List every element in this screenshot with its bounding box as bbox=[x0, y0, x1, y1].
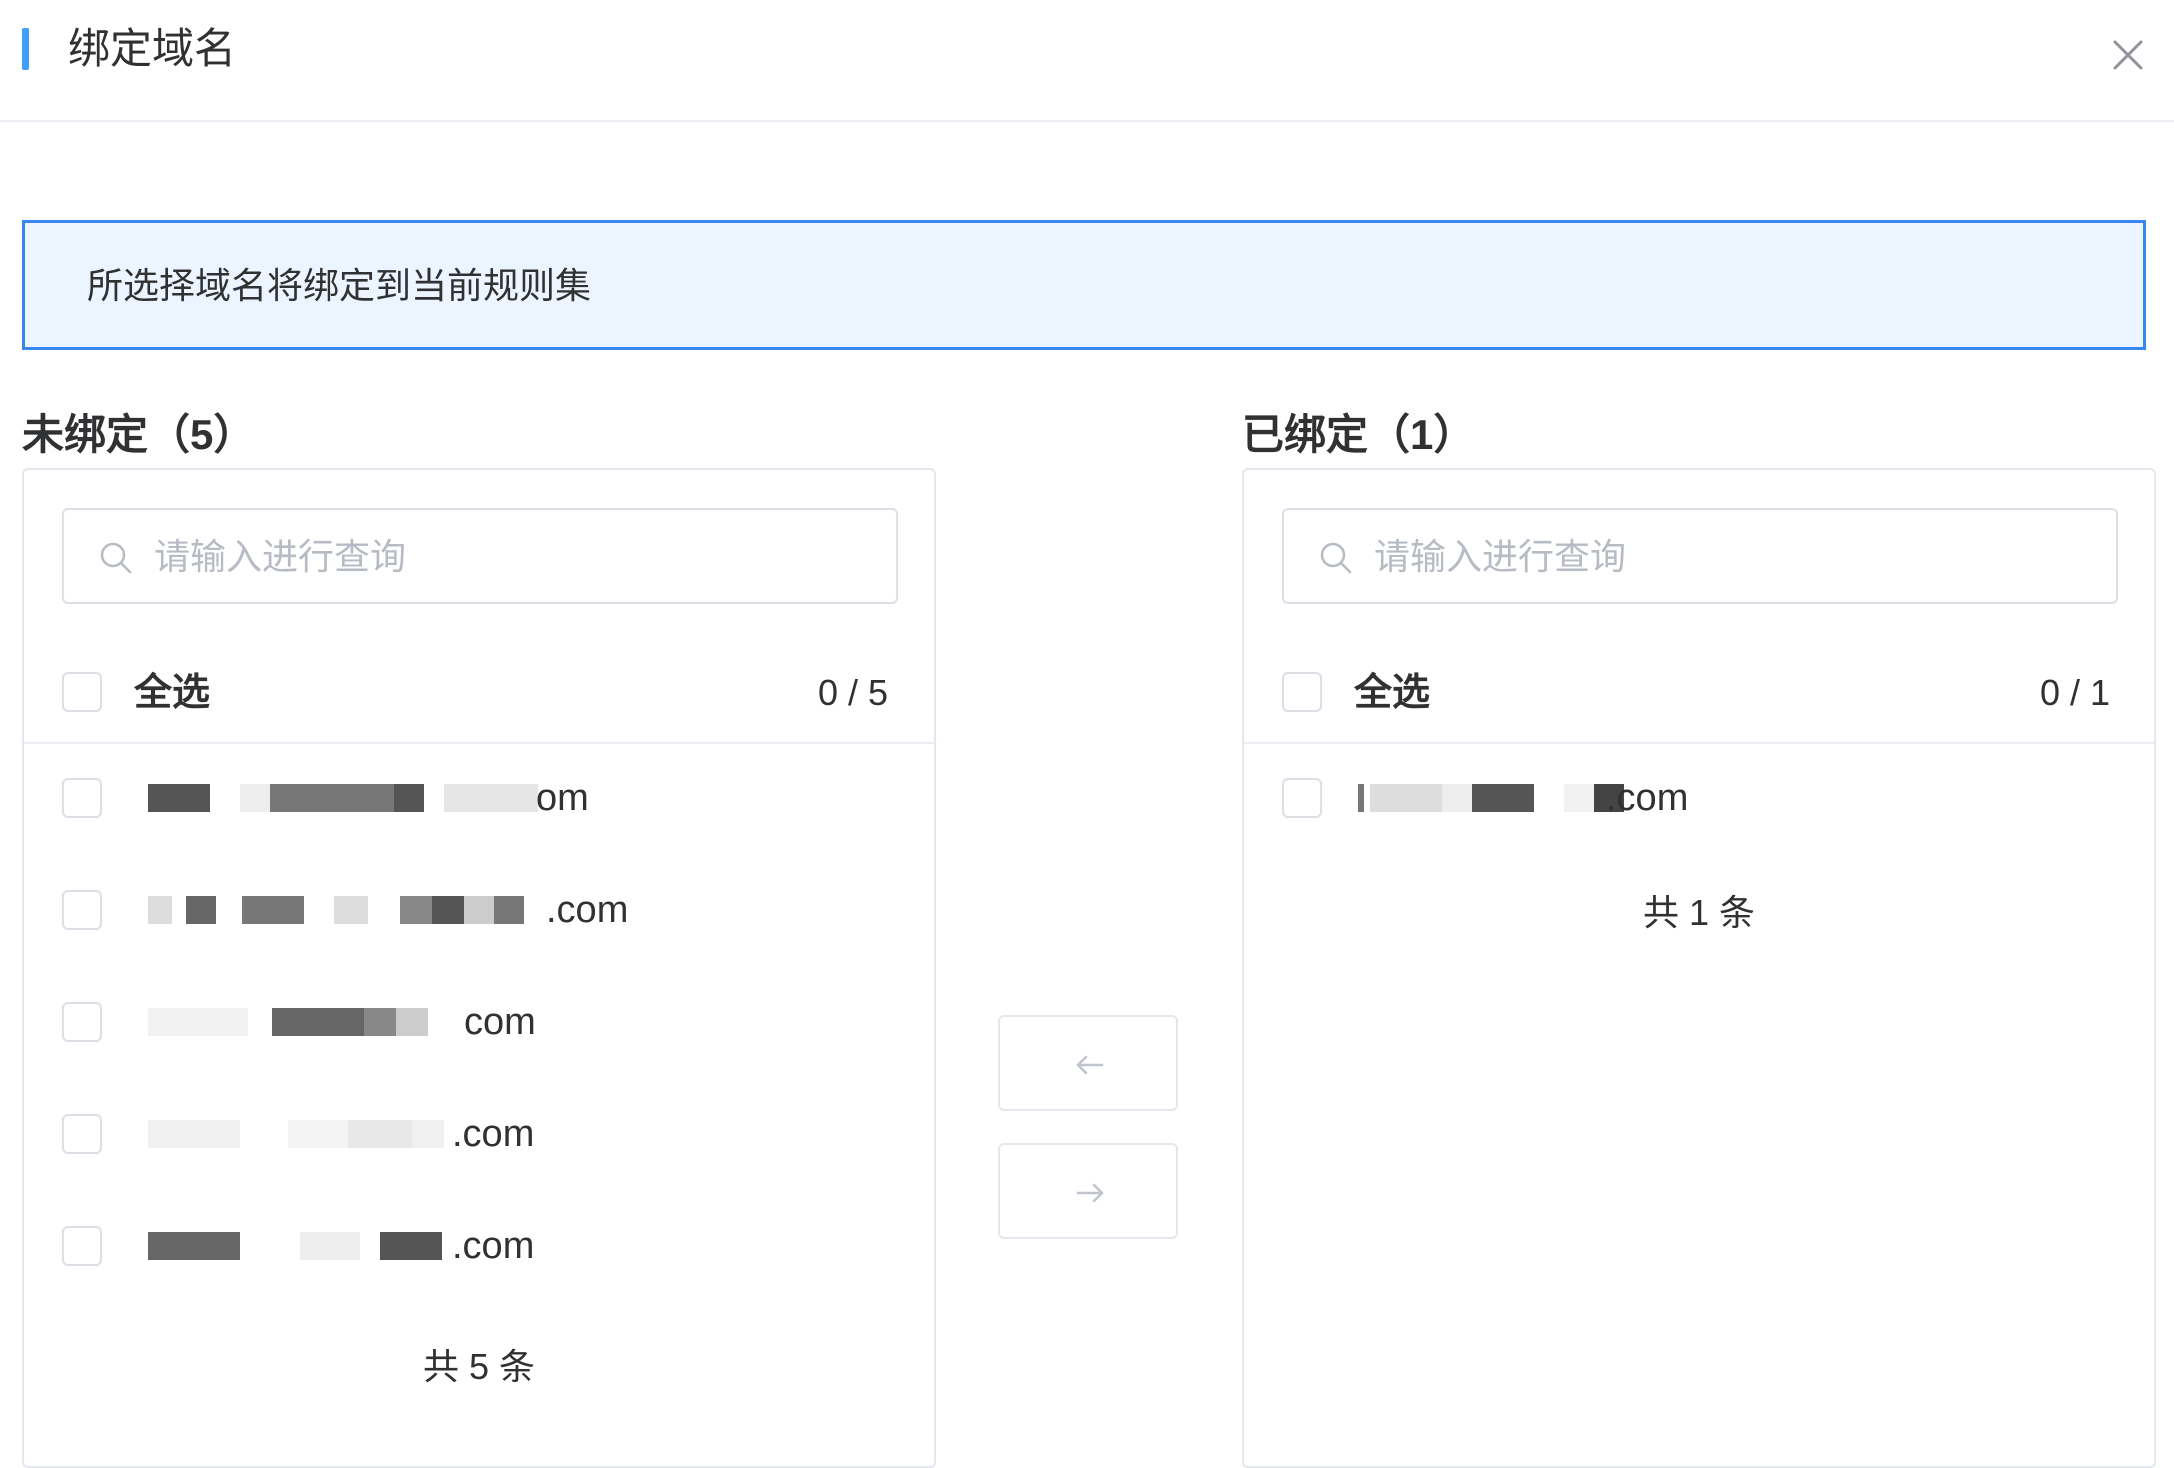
dialog-title: 绑定域名 bbox=[68, 25, 237, 72]
unbound-title: 未绑定（5） bbox=[22, 411, 256, 458]
search-icon bbox=[100, 542, 132, 574]
domain-suffix: .com bbox=[1606, 777, 1689, 819]
list-item[interactable]: .com bbox=[24, 1196, 934, 1296]
redacted-domain bbox=[148, 776, 538, 820]
bound-select-all-label: 全选 bbox=[1354, 672, 1431, 714]
bound-panel: 全选 0 / 1 .com 共 1 条 bbox=[1242, 468, 2156, 1468]
unbound-list-divider bbox=[24, 742, 934, 744]
domain-suffix: om bbox=[536, 777, 589, 819]
bound-title: 已绑定（1） bbox=[1242, 411, 1476, 458]
info-notice: 所选择域名将绑定到当前规则集 bbox=[22, 220, 2146, 350]
unbound-panel: 全选 0 / 5 om .com bbox=[22, 468, 936, 1468]
arrow-right-icon bbox=[1076, 1183, 1104, 1203]
bound-list-divider bbox=[1244, 742, 2154, 744]
unbound-search-input[interactable] bbox=[154, 528, 874, 586]
redacted-domain bbox=[1358, 776, 1640, 820]
unbound-select-all-label: 全选 bbox=[134, 672, 211, 714]
notice-text: 所选择域名将绑定到当前规则集 bbox=[87, 265, 592, 306]
bound-selected-count: 0 / 1 bbox=[2040, 672, 2111, 713]
redacted-domain bbox=[148, 1224, 478, 1268]
close-button[interactable] bbox=[2105, 32, 2151, 78]
list-item[interactable]: om bbox=[24, 748, 934, 848]
arrow-left-icon bbox=[1076, 1055, 1104, 1075]
redacted-domain bbox=[148, 1112, 488, 1156]
item-checkbox[interactable] bbox=[62, 1114, 102, 1154]
unbound-select-all-checkbox[interactable] bbox=[62, 672, 102, 712]
bound-select-all-checkbox[interactable] bbox=[1282, 672, 1322, 712]
domain-suffix: com bbox=[464, 1001, 536, 1043]
bound-total: 共 1 条 bbox=[1642, 892, 1756, 933]
bound-search-box bbox=[1282, 508, 2118, 604]
item-checkbox[interactable] bbox=[1282, 778, 1322, 818]
close-icon bbox=[2113, 40, 2143, 70]
item-checkbox[interactable] bbox=[62, 890, 102, 930]
unbound-total: 共 5 条 bbox=[422, 1346, 536, 1387]
domain-suffix: .com bbox=[452, 1225, 535, 1267]
move-left-button[interactable] bbox=[998, 1015, 1178, 1111]
redacted-domain bbox=[148, 888, 552, 932]
domain-suffix: .com bbox=[452, 1113, 535, 1155]
title-accent-bar bbox=[22, 28, 29, 70]
list-item[interactable]: .com bbox=[1244, 748, 2154, 848]
dialog-header: 绑定域名 bbox=[0, 0, 2174, 122]
unbound-selected-count: 0 / 5 bbox=[818, 672, 889, 713]
list-item[interactable]: .com bbox=[24, 1084, 934, 1184]
move-right-button[interactable] bbox=[998, 1143, 1178, 1239]
unbound-search-box bbox=[62, 508, 898, 604]
bound-search-input[interactable] bbox=[1374, 528, 2094, 586]
item-checkbox[interactable] bbox=[62, 1002, 102, 1042]
list-item[interactable]: com bbox=[24, 972, 934, 1072]
item-checkbox[interactable] bbox=[62, 1226, 102, 1266]
search-icon bbox=[1320, 542, 1352, 574]
item-checkbox[interactable] bbox=[62, 778, 102, 818]
list-item[interactable]: .com bbox=[24, 860, 934, 960]
domain-suffix: .com bbox=[546, 889, 629, 931]
redacted-domain bbox=[148, 1000, 488, 1044]
